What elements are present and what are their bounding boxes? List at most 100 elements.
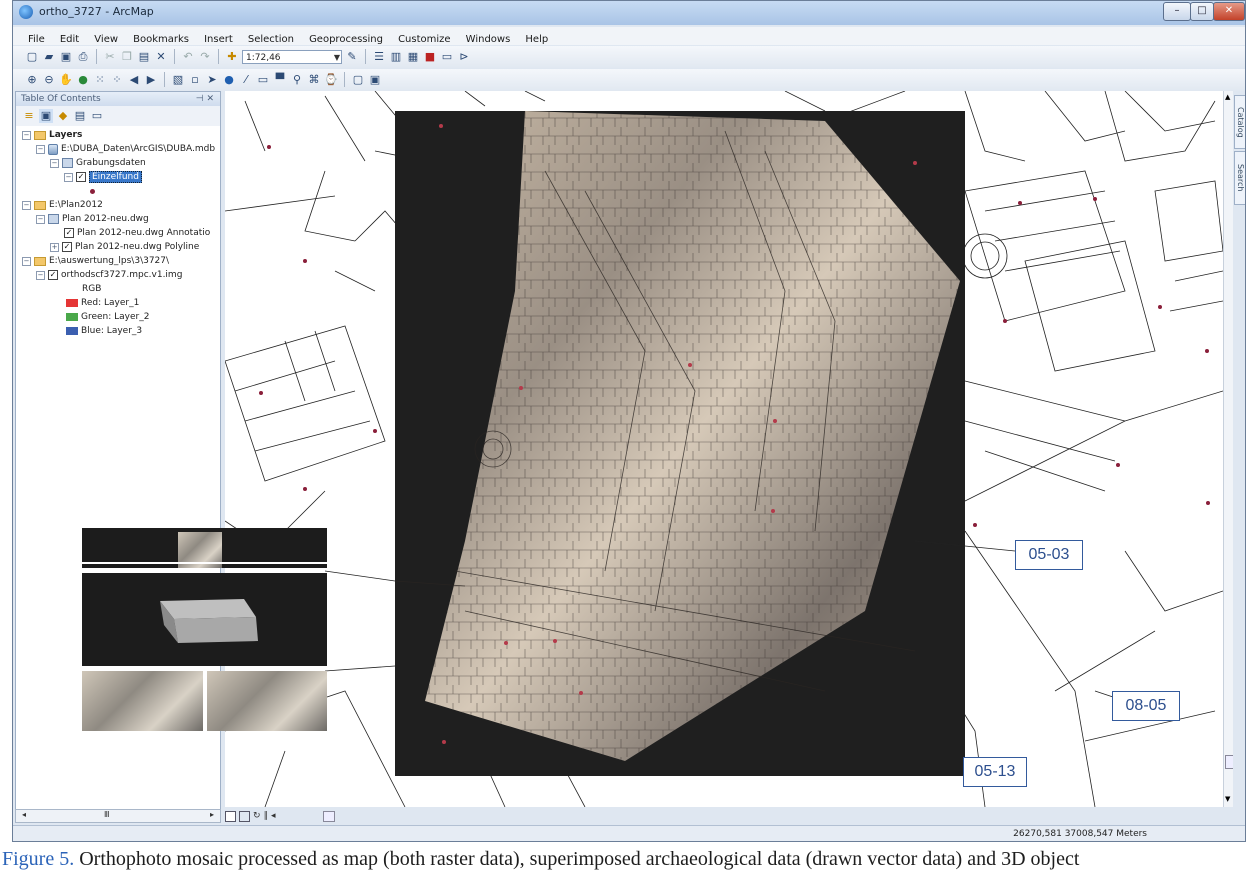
- full-extent-icon[interactable]: ●: [76, 73, 90, 87]
- refresh-icon[interactable]: ↻: [253, 811, 261, 821]
- hyperlink-icon[interactable]: ⁄: [239, 73, 253, 87]
- open-icon[interactable]: ▰: [42, 50, 56, 64]
- paste-icon[interactable]: ▤: [137, 50, 151, 64]
- map-scale-combobox[interactable]: 1:72,46 ▼: [242, 49, 342, 64]
- layer-visibility-checkbox[interactable]: ✓: [64, 228, 74, 238]
- toc-horizontal-scrollbar[interactable]: ◂ Ⅲ ▸: [15, 809, 221, 823]
- arctoolbox-icon[interactable]: ■: [423, 50, 437, 64]
- table-of-contents-icon[interactable]: ☰: [372, 50, 386, 64]
- measure-icon[interactable]: ▀: [273, 73, 287, 87]
- create-viewer-icon[interactable]: ▣: [368, 73, 382, 87]
- minimize-button[interactable]: –: [1163, 2, 1191, 21]
- menu-edit[interactable]: Edit: [55, 32, 84, 45]
- select-features-icon[interactable]: ▧: [171, 73, 185, 87]
- python-window-icon[interactable]: ▭: [440, 50, 454, 64]
- undo-icon[interactable]: ↶: [181, 50, 195, 64]
- scroll-up-icon[interactable]: ▲: [1225, 93, 1230, 101]
- layer-visibility-checkbox[interactable]: ✓: [76, 172, 86, 182]
- collapse-icon[interactable]: −: [22, 256, 31, 266]
- layer-visibility-checkbox[interactable]: ✓: [48, 270, 58, 280]
- list-by-visibility-icon[interactable]: ◆: [56, 109, 70, 123]
- menu-windows[interactable]: Windows: [461, 32, 516, 45]
- scroll-down-icon[interactable]: ▼: [1225, 795, 1230, 803]
- pan-icon[interactable]: ✋: [59, 73, 73, 87]
- close-button[interactable]: ✕: [1213, 2, 1245, 21]
- layer-visibility-checkbox[interactable]: ✓: [62, 242, 72, 252]
- fixed-zoom-in-icon[interactable]: ⁙: [93, 73, 107, 87]
- map-hscroll-thumb[interactable]: [322, 810, 335, 822]
- menu-help[interactable]: Help: [520, 32, 553, 45]
- tree-row-layers[interactable]: − Layers: [22, 128, 82, 142]
- tree-row-database[interactable]: − E:\DUBA_Daten\ArcGIS\DUBA.mdb: [36, 142, 215, 156]
- toc-options-icon[interactable]: ▭: [90, 109, 104, 123]
- collapse-icon[interactable]: −: [22, 200, 31, 210]
- tree-row-plan-dwg[interactable]: − Plan 2012-neu.dwg: [36, 212, 149, 226]
- time-slider-icon[interactable]: ⌚: [324, 73, 338, 87]
- viewer-icon[interactable]: ▢: [351, 73, 365, 87]
- data-view-icon[interactable]: [225, 810, 236, 822]
- menu-geoprocessing[interactable]: Geoprocessing: [304, 32, 388, 45]
- scroll-left-icon[interactable]: ◂: [22, 810, 26, 819]
- pause-drawing-icon[interactable]: ∥: [264, 811, 269, 821]
- tree-row-polyline[interactable]: + ✓ Plan 2012-neu.dwg Polyline: [50, 240, 199, 254]
- scroll-right-icon[interactable]: ▸: [210, 810, 214, 819]
- collapse-icon[interactable]: −: [22, 130, 31, 140]
- tree-row-einzelfund[interactable]: − ✓ Einzelfund: [64, 170, 142, 184]
- block-photo-right: [207, 671, 327, 731]
- print-icon[interactable]: ⎙: [76, 50, 90, 64]
- find-icon[interactable]: ⚲: [290, 73, 304, 87]
- 3d-block-drawing: [160, 599, 258, 643]
- tree-row-raster[interactable]: − ✓ orthodscf3727.mpc.v1.img: [36, 268, 182, 282]
- search-window-icon[interactable]: ▦: [406, 50, 420, 64]
- new-icon[interactable]: ▢: [25, 50, 39, 64]
- toc-pin-close[interactable]: ⊣ ✕: [196, 92, 214, 106]
- list-by-drawing-order-icon[interactable]: ≡: [22, 109, 36, 123]
- tree-row-annotation[interactable]: ✓ Plan 2012-neu.dwg Annotatio: [64, 226, 210, 240]
- tree-row-plan2012-folder[interactable]: − E:\Plan2012: [22, 198, 103, 212]
- collapse-icon[interactable]: −: [64, 172, 73, 182]
- collapse-icon[interactable]: −: [36, 144, 45, 154]
- clear-selection-icon[interactable]: ▫: [188, 73, 202, 87]
- tree-row-grabungsdaten[interactable]: − Grabungsdaten: [50, 156, 146, 170]
- menu-bookmarks[interactable]: Bookmarks: [128, 32, 194, 45]
- editor-toolbar-icon[interactable]: ✎: [345, 50, 359, 64]
- add-data-icon[interactable]: ✚: [225, 50, 239, 64]
- inset-divider: [82, 562, 327, 564]
- catalog-tab[interactable]: Catalog: [1234, 95, 1245, 149]
- fixed-zoom-out-icon[interactable]: ⁘: [110, 73, 124, 87]
- identify-icon[interactable]: ●: [222, 73, 236, 87]
- select-elements-icon[interactable]: ➤: [205, 73, 219, 87]
- list-by-selection-icon[interactable]: ▤: [73, 109, 87, 123]
- maximize-button[interactable]: □: [1190, 2, 1214, 21]
- redo-icon[interactable]: ↷: [198, 50, 212, 64]
- cut-icon[interactable]: ✂: [103, 50, 117, 64]
- scroll-left-icon[interactable]: ◂: [271, 811, 276, 821]
- delete-icon[interactable]: ✕: [154, 50, 168, 64]
- back-icon[interactable]: ◀: [127, 73, 141, 87]
- copy-icon[interactable]: ❐: [120, 50, 134, 64]
- menu-customize[interactable]: Customize: [393, 32, 456, 45]
- route-icon[interactable]: ⌘: [307, 73, 321, 87]
- list-by-source-icon[interactable]: ▣: [39, 109, 53, 123]
- zoom-in-icon[interactable]: ⊕: [25, 73, 39, 87]
- model-builder-icon[interactable]: ⊳: [457, 50, 471, 64]
- expand-icon[interactable]: +: [50, 242, 59, 252]
- collapse-icon[interactable]: −: [50, 158, 59, 168]
- html-popup-icon[interactable]: ▭: [256, 73, 270, 87]
- menu-selection[interactable]: Selection: [243, 32, 299, 45]
- menu-file[interactable]: File: [23, 32, 50, 45]
- zoom-out-icon[interactable]: ⊖: [42, 73, 56, 87]
- layout-view-icon[interactable]: [239, 810, 250, 822]
- collapse-icon[interactable]: −: [36, 214, 45, 224]
- map-canvas[interactable]: 05-03 08-05 05-13: [225, 91, 1223, 807]
- save-icon[interactable]: ▣: [59, 50, 73, 64]
- scroll-thumb[interactable]: Ⅲ: [104, 810, 110, 819]
- search-tab[interactable]: Search: [1234, 151, 1245, 205]
- collapse-icon[interactable]: −: [36, 270, 45, 280]
- menu-bar: File Edit View Bookmarks Insert Selectio…: [13, 27, 1245, 45]
- menu-insert[interactable]: Insert: [199, 32, 238, 45]
- forward-icon[interactable]: ▶: [144, 73, 158, 87]
- catalog-window-icon[interactable]: ▥: [389, 50, 403, 64]
- menu-view[interactable]: View: [89, 32, 123, 45]
- tree-row-auswertung-folder[interactable]: − E:\auswertung_lps\3\3727\: [22, 254, 169, 268]
